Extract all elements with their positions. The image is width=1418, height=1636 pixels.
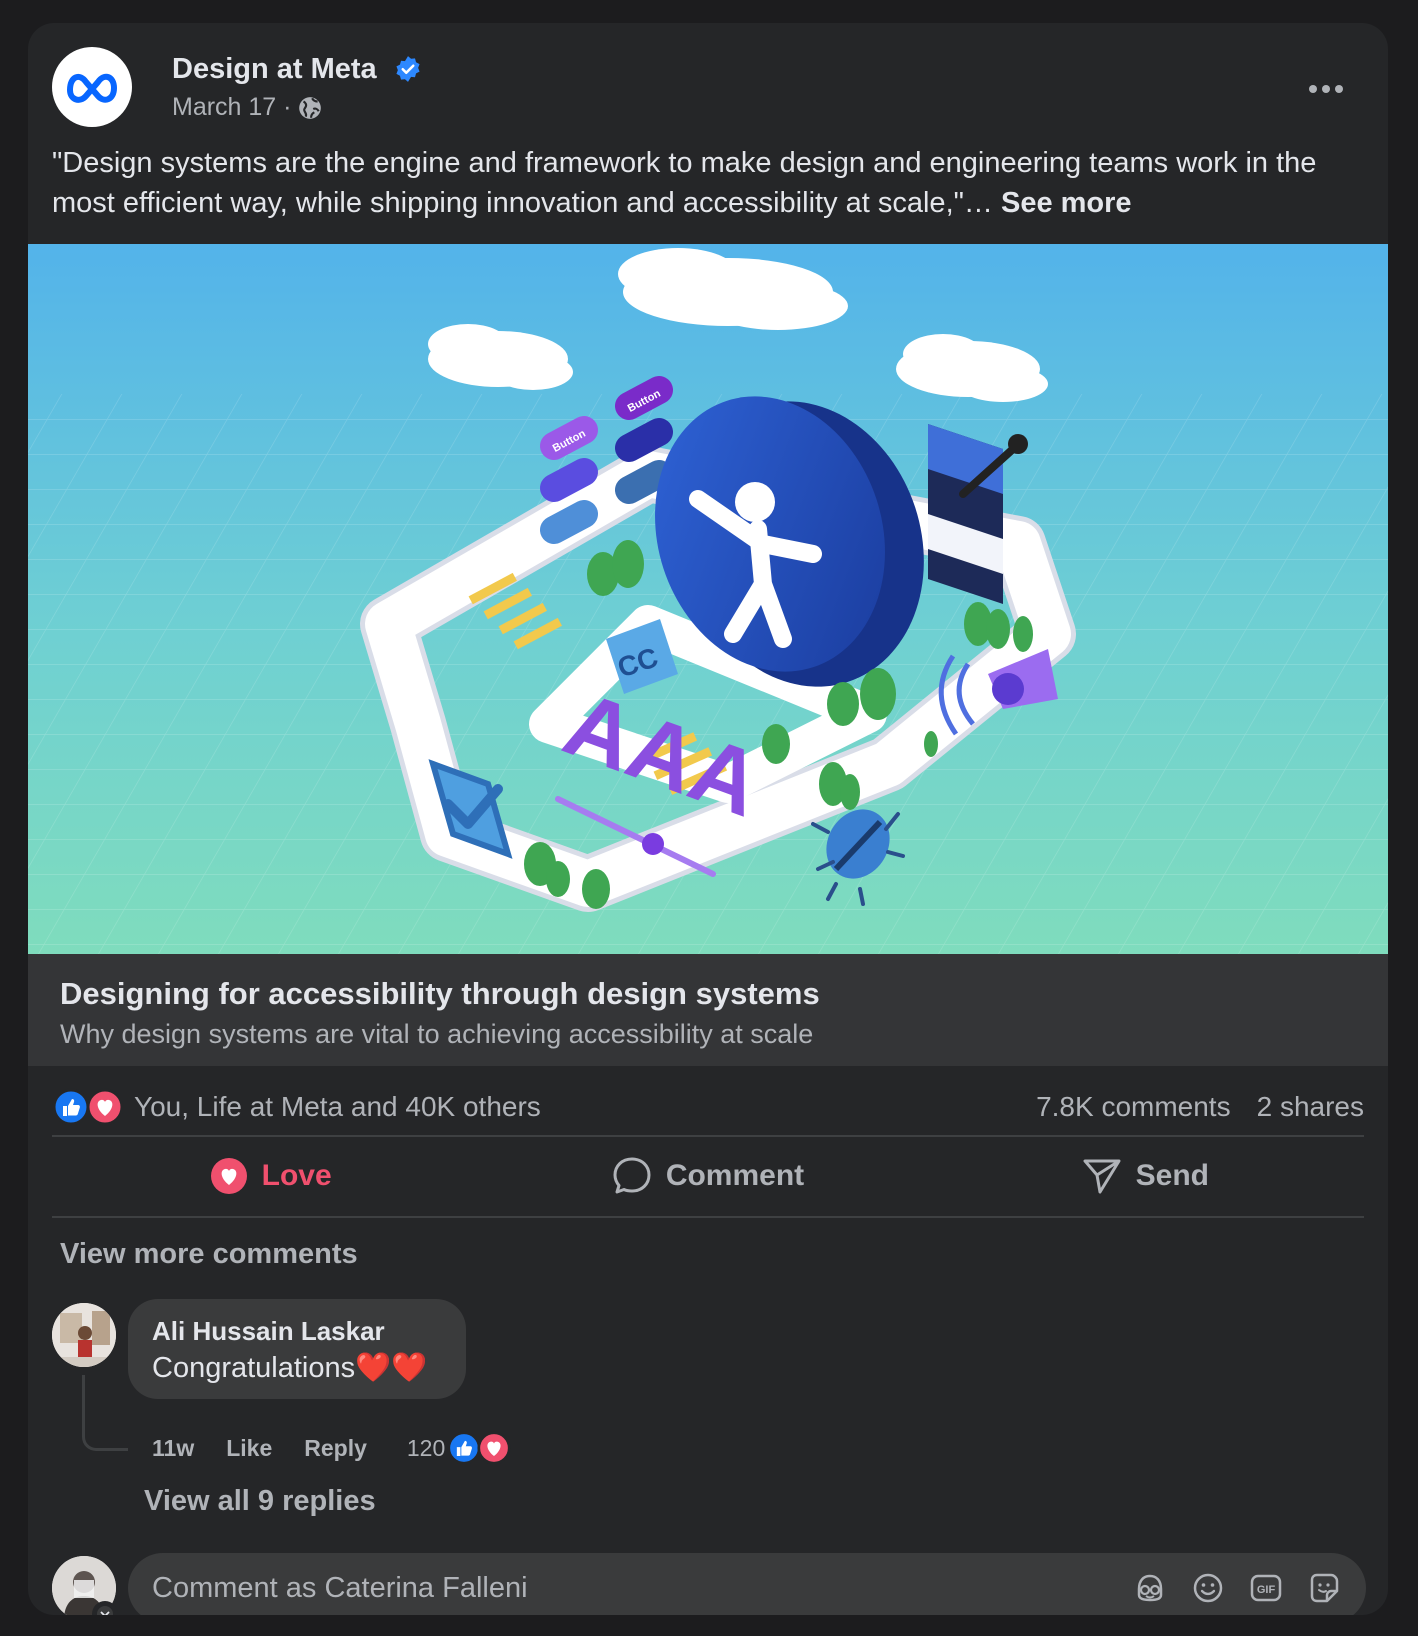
- heart-icon: [210, 1158, 247, 1194]
- send-label: Send: [1135, 1159, 1209, 1192]
- reply-thread-line: [82, 1375, 128, 1451]
- sticker-button[interactable]: [1306, 1570, 1342, 1606]
- post-header: Design at Meta March 17 ·: [52, 47, 1372, 127]
- like-reaction-icon: [447, 1431, 481, 1465]
- emoji-icon: [1193, 1573, 1223, 1603]
- comment-bubble: Ali Hussain Laskar Congratulations ❤️❤️: [128, 1299, 466, 1399]
- post-text: "Design systems are the engine and frame…: [52, 143, 1372, 223]
- comment-label: Comment: [665, 1159, 805, 1192]
- love-button[interactable]: Love: [52, 1136, 489, 1216]
- accessibility-illustration: Button Button CC AAA: [28, 244, 1388, 954]
- link-preview-meta[interactable]: Designing for accessibility through desi…: [28, 954, 1388, 1066]
- avatar-sticker-icon: [1137, 1574, 1163, 1602]
- divider: [52, 1216, 1364, 1218]
- like-reaction-icon: [52, 1088, 90, 1126]
- comment-reactions[interactable]: 120: [407, 1431, 511, 1465]
- comments-count[interactable]: 7.8K comments: [1036, 1091, 1231, 1123]
- comment-icon: [613, 1157, 651, 1194]
- more-options-button[interactable]: [1300, 69, 1352, 109]
- reaction-summary[interactable]: You, Life at Meta and 40K others: [52, 1088, 541, 1126]
- action-bar: Love Comment Send: [52, 1136, 1364, 1216]
- commenter-photo: [52, 1303, 116, 1367]
- avatar-sticker-button[interactable]: [1132, 1570, 1168, 1606]
- meta-logo-icon: [66, 73, 118, 103]
- sticker-icon: [1310, 1573, 1339, 1603]
- page-avatar[interactable]: [52, 47, 132, 127]
- comment-button[interactable]: Comment: [489, 1136, 926, 1216]
- love-label: Love: [261, 1159, 332, 1192]
- comment-reply-button[interactable]: Reply: [304, 1435, 367, 1462]
- gif-icon: GIF: [1250, 1574, 1282, 1602]
- avatar[interactable]: [52, 1303, 116, 1367]
- post-date[interactable]: March 17 ·: [172, 93, 291, 122]
- love-reaction-icon: [477, 1431, 511, 1465]
- comment-emoji: ❤️❤️: [355, 1352, 428, 1384]
- comment-reaction-count: 120: [406, 1434, 446, 1461]
- page-name[interactable]: Design at Meta: [172, 53, 377, 86]
- globe-icon: [299, 96, 322, 119]
- view-more-comments[interactable]: View more comments: [60, 1238, 358, 1271]
- shares-count[interactable]: 2 shares: [1257, 1091, 1364, 1123]
- chevron-down-icon: [97, 1606, 113, 1615]
- verified-badge-icon: [396, 56, 420, 82]
- link-title[interactable]: Designing for accessibility through desi…: [60, 974, 1356, 1014]
- send-button[interactable]: Send: [927, 1136, 1364, 1216]
- account-switcher[interactable]: [92, 1601, 118, 1615]
- love-reaction-icon: [86, 1088, 124, 1126]
- comment-author[interactable]: Ali Hussain Laskar: [152, 1313, 442, 1349]
- view-replies-link[interactable]: View all 9 replies: [144, 1485, 376, 1518]
- emoji-button[interactable]: [1190, 1570, 1226, 1606]
- comment-like-button[interactable]: Like: [226, 1435, 272, 1462]
- see-more-link[interactable]: See more: [1001, 187, 1132, 219]
- more-options-icon: [1309, 85, 1343, 93]
- link-subtitle: Why design systems are vital to achievin…: [60, 1019, 814, 1049]
- send-icon: [1083, 1159, 1121, 1194]
- comment-input[interactable]: [152, 1571, 1132, 1605]
- engagement-stats: You, Life at Meta and 40K others 7.8K co…: [52, 1083, 1364, 1131]
- post-meta: March 17 ·: [172, 93, 323, 122]
- comment-text: Congratulations ❤️❤️: [152, 1349, 442, 1387]
- comment-meta: 11w Like Reply 120: [152, 1431, 511, 1465]
- post-card: Design at Meta March 17 · "Design system…: [28, 23, 1388, 1615]
- link-preview-image[interactable]: Button Button CC AAA: [28, 244, 1388, 954]
- gif-label: GIF: [1257, 1584, 1276, 1596]
- comment-body: Congratulations: [152, 1352, 356, 1384]
- comment-time[interactable]: 11w: [152, 1435, 194, 1462]
- reactions-text: You, Life at Meta and 40K others: [134, 1091, 541, 1122]
- gif-button[interactable]: GIF: [1248, 1570, 1284, 1606]
- comment-composer: GIF: [128, 1553, 1366, 1615]
